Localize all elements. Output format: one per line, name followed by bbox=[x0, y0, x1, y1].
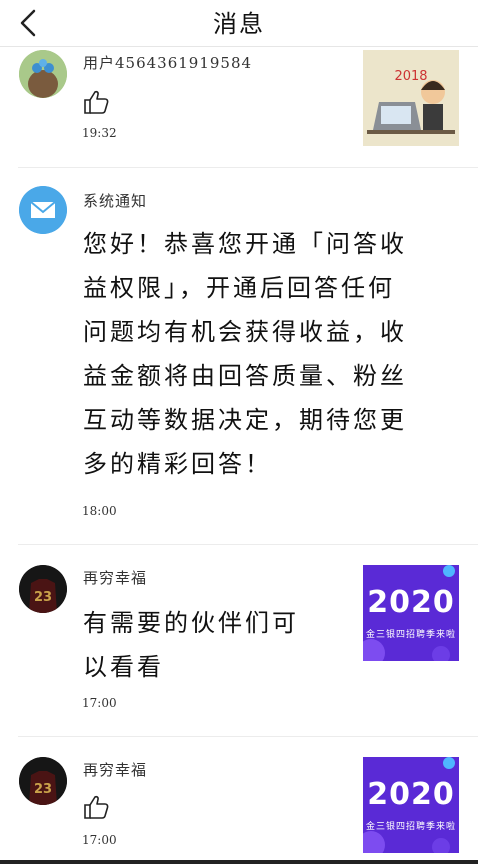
sender-name: 再穷幸福 bbox=[83, 569, 148, 587]
page-title: 消息 bbox=[213, 10, 265, 38]
timestamp: 17:00 bbox=[82, 696, 117, 710]
mail-envelope-icon[interactable] bbox=[19, 186, 67, 234]
promo-year: 2020 bbox=[367, 585, 455, 620]
message-line: 多的精彩回答！ bbox=[83, 450, 272, 478]
nav-bar: 消息 bbox=[0, 0, 478, 47]
promo-thumbnail[interactable]: 2020 金三银四招聘季来啦 bbox=[363, 565, 459, 661]
promo-subtitle: 金三银四招聘季来啦 bbox=[365, 630, 456, 640]
message-item[interactable]: 用户4564361919584 19:32 2018 bbox=[0, 46, 478, 168]
message-body: 您好！恭喜您开通「问答收 益权限」，开通后回答任何 问题均有机会获得收益，收 益… bbox=[83, 222, 407, 486]
promo-year: 2020 bbox=[367, 777, 455, 812]
message-line: 问题均有机会获得收益，收 bbox=[83, 318, 407, 346]
timestamp: 18:00 bbox=[82, 504, 117, 518]
message-item-system-notice[interactable]: 系统通知 您好！恭喜您开通「问答收 益权限」，开通后回答任何 问题均有机会获得收… bbox=[0, 168, 478, 545]
message-line: 益权限」，开通后回答任何 bbox=[83, 274, 395, 302]
sender-name: 用户4564361919584 bbox=[83, 54, 253, 72]
avatar[interactable] bbox=[19, 50, 67, 98]
promo-subtitle: 金三银四招聘季来啦 bbox=[365, 822, 456, 832]
sender-name: 系统通知 bbox=[83, 192, 148, 210]
message-item[interactable]: 23 再穷幸福 17:00 2020 金三银四招聘季来啦 bbox=[0, 737, 478, 860]
svg-text:2018: 2018 bbox=[394, 69, 427, 84]
svg-text:23: 23 bbox=[34, 782, 52, 797]
sender-name: 再穷幸福 bbox=[83, 761, 148, 779]
message-line: 互动等数据决定，期待您更 bbox=[83, 406, 407, 434]
message-line: 以看看 bbox=[83, 653, 164, 681]
message-body: 有需要的伙伴们可 以看看 bbox=[83, 601, 299, 689]
message-item[interactable]: 23 再穷幸福 有需要的伙伴们可 以看看 17:00 2020 金三银四招聘季来… bbox=[0, 545, 478, 737]
message-line: 有需要的伙伴们可 bbox=[83, 609, 299, 637]
post-thumbnail[interactable]: 2018 bbox=[363, 50, 459, 146]
message-line: 益金额将由回答质量、粉丝 bbox=[83, 362, 407, 390]
avatar[interactable]: 23 bbox=[19, 757, 67, 805]
thumbs-up-icon[interactable] bbox=[82, 88, 110, 116]
timestamp: 19:32 bbox=[82, 126, 117, 140]
bottom-edge-bar bbox=[0, 860, 478, 864]
svg-text:23: 23 bbox=[34, 590, 52, 605]
message-line: 您好！恭喜您开通「问答收 bbox=[83, 230, 407, 258]
thumbs-up-icon[interactable] bbox=[82, 793, 110, 821]
avatar[interactable]: 23 bbox=[19, 565, 67, 613]
promo-thumbnail[interactable]: 2020 金三银四招聘季来啦 bbox=[363, 757, 459, 853]
timestamp: 17:00 bbox=[82, 833, 117, 847]
